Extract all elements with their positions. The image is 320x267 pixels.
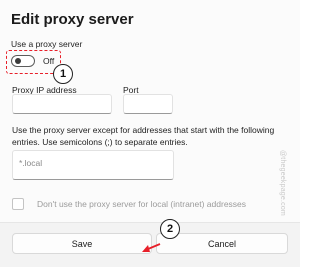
edit-proxy-dialog: Edit proxy server Use a proxy server Off… xyxy=(0,0,300,267)
step-badge-1: 1 xyxy=(53,64,73,84)
exceptions-placeholder: *.local xyxy=(19,158,43,168)
port-input[interactable] xyxy=(123,94,173,114)
proxy-ip-input[interactable] xyxy=(12,94,112,114)
exceptions-description: Use the proxy server except for addresse… xyxy=(12,125,275,147)
use-proxy-label: Use a proxy server xyxy=(11,39,83,49)
local-bypass-row[interactable]: Don't use the proxy server for local (in… xyxy=(12,198,246,210)
watermark-text: @thegeekpage.com xyxy=(279,150,286,216)
local-bypass-label: Don't use the proxy server for local (in… xyxy=(37,199,247,209)
exceptions-input[interactable]: *.local xyxy=(12,150,174,180)
dialog-title: Edit proxy server xyxy=(11,11,134,28)
save-button[interactable]: Save xyxy=(12,233,152,254)
local-bypass-checkbox[interactable] xyxy=(12,198,24,210)
arrow-icon-step2 xyxy=(142,243,161,252)
step-badge-2: 2 xyxy=(160,219,180,239)
